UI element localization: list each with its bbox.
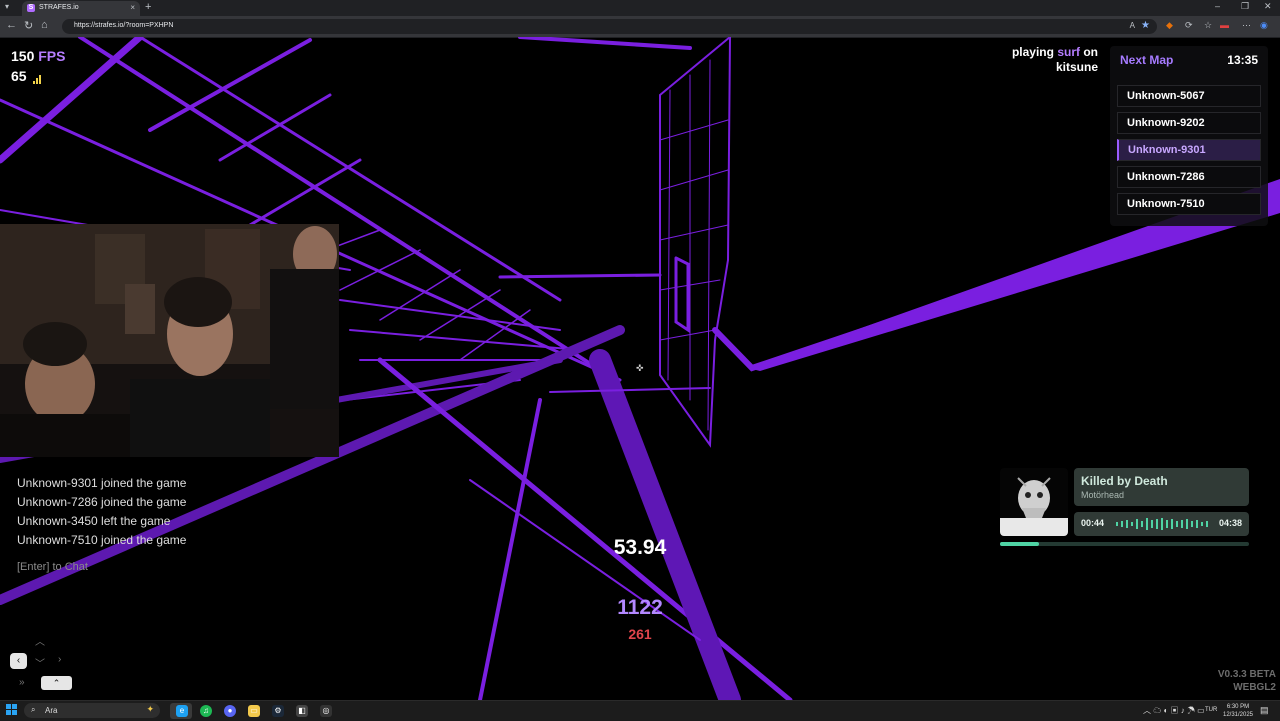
chat-message: Unknown-3450 left the game (17, 514, 171, 528)
chevron-up-icon[interactable]: ︿ (35, 633, 45, 648)
reload-icon[interactable]: ↻ (24, 19, 33, 32)
browser-toolbar: ← ↻ ⌂ https://strafes.io/?room=PXHPN A ★… (0, 16, 1280, 38)
chat-message: Unknown-7286 joined the game (17, 495, 187, 509)
more-menu-icon[interactable]: ⋯ (1242, 20, 1251, 31)
url-text: https://strafes.io/?room=PXHPN (74, 22, 174, 29)
playback-bar[interactable]: 00:44 04:38 (1074, 512, 1249, 536)
site-favicon-icon: S (27, 4, 35, 12)
playing-status: playing surf on kitsune (990, 45, 1098, 75)
edge-browser-icon[interactable]: e (176, 705, 188, 717)
chat-hint[interactable]: [Enter] to Chat (17, 561, 88, 573)
read-aloud-icon[interactable]: A (1130, 21, 1135, 30)
spotify-icon[interactable]: ♫ (200, 705, 212, 717)
home-icon[interactable]: ⌂ (41, 19, 48, 31)
webcam-overlay (0, 224, 339, 457)
taskbar: ⌕ Ara ✦ e ♫ ● ▭ ⚙ ◧ ◎ ︿ ☁ ◐ ▣ ♪ ☂ ▭ TUR … (0, 700, 1280, 721)
speed-readout: 1122 (617, 596, 663, 619)
collapse-up-button[interactable]: ⌃ (41, 676, 72, 690)
previous-button[interactable]: ‹ (10, 653, 27, 669)
discord-icon[interactable]: ● (224, 705, 236, 717)
version-info: V0.3.3 BETA WEBGL2 (1180, 668, 1276, 694)
chevron-down-icon[interactable]: ﹀ (35, 655, 45, 670)
fps-unit: FPS (38, 48, 66, 64)
minimize-icon[interactable]: – (1215, 1, 1220, 11)
clock-date: 12/31/2025 (1222, 712, 1254, 718)
map-vote-item-selected[interactable]: Unknown-9301 (1117, 139, 1261, 161)
fps-value: 150 (11, 48, 35, 64)
file-explorer-icon[interactable]: ▭ (248, 705, 260, 717)
address-bar[interactable]: https://strafes.io/?room=PXHPN A ★ (62, 19, 1157, 34)
app-icon[interactable]: ◧ (296, 705, 308, 717)
restore-icon[interactable]: ❐ (1241, 1, 1249, 12)
double-chevron-down-icon[interactable]: » (19, 677, 25, 688)
run-timer: 53.94 (613, 536, 667, 559)
game-mode: surf (1057, 45, 1080, 59)
map-name: kitsune (1055, 60, 1098, 74)
ping-value: 65 (11, 68, 27, 84)
next-map-panel: Next Map 13:35 Unknown-5067 Unknown-9202… (1110, 46, 1268, 226)
version-number: V0.3.3 BETA (1217, 669, 1276, 680)
renderer-name: WEBGL2 (1233, 682, 1276, 693)
system-tray[interactable]: ︿ ☁ ◐ ▣ ♪ ☂ ▭ (1143, 705, 1205, 716)
steam-icon[interactable]: ⚙ (272, 705, 284, 717)
tab-menu-icon[interactable]: ▾ (5, 2, 9, 11)
extension-fire-icon[interactable]: ◆ (1166, 20, 1173, 31)
map-vote-item[interactable]: Unknown-7286 (1117, 166, 1261, 188)
map-vote-item[interactable]: Unknown-5067 (1117, 85, 1261, 107)
playing-prefix: playing (1011, 45, 1054, 59)
on-word: on (1083, 45, 1098, 59)
search-icon: ⌕ (31, 705, 36, 714)
browser-tab-bar: ▾ S STRAFES.io × + – ❐ ✕ (0, 0, 1280, 16)
total-time: 04:38 (1218, 518, 1242, 528)
chat-message: Unknown-9301 joined the game (17, 476, 187, 490)
album-art-motorhead-icon (1000, 468, 1068, 536)
extension-icon[interactable]: ▬ (1220, 20, 1229, 30)
copilot-icon[interactable]: ◉ (1260, 20, 1268, 31)
favorites-icon[interactable]: ☆ (1204, 20, 1212, 31)
song-artist: Motörhead (1081, 490, 1125, 500)
clock-time: 6:30 PM (1226, 704, 1250, 710)
song-progress-fill (1000, 542, 1040, 546)
back-icon[interactable]: ← (6, 19, 17, 31)
crosshair-icon: ✜ (636, 363, 644, 373)
map-vote-item[interactable]: Unknown-9202 (1117, 112, 1261, 134)
map-vote-item[interactable]: Unknown-7510 (1117, 193, 1261, 215)
speed-gain: 261 (628, 626, 652, 642)
sparkle-icon: ✦ (146, 704, 154, 714)
taskbar-search[interactable]: ⌕ Ara ✦ (24, 703, 160, 718)
ping-indicator: 65 (11, 68, 42, 84)
next-map-title: Next Map (1120, 53, 1174, 67)
song-title: Killed by Death (1081, 474, 1168, 488)
taskbar-clock[interactable]: 6:30 PM 12/31/2025 (1218, 703, 1258, 719)
browser-tab[interactable]: S STRAFES.io × (22, 1, 140, 16)
next-map-countdown: 13:35 (1227, 53, 1258, 67)
windows-start-icon[interactable] (6, 704, 18, 716)
new-tab-button[interactable]: + (145, 1, 151, 13)
language-indicator[interactable]: TUR (1205, 707, 1217, 713)
current-time: 00:44 (1081, 518, 1105, 528)
settings-app-icon[interactable]: ◎ (320, 705, 332, 717)
tab-title: STRAFES.io (39, 4, 79, 11)
chat-message: Unknown-7510 joined the game (17, 533, 187, 547)
waveform-icon (1116, 518, 1208, 530)
notification-icon[interactable]: ▤ (1260, 705, 1269, 716)
signal-bars-icon (33, 68, 42, 84)
now-playing-card[interactable]: Killed by Death Motörhead (1074, 468, 1249, 506)
favorite-star-icon[interactable]: ★ (1141, 20, 1150, 31)
close-window-icon[interactable]: ✕ (1264, 1, 1272, 12)
close-tab-icon[interactable]: × (130, 3, 135, 12)
fps-counter: 150 FPS (11, 48, 65, 64)
chevron-right-icon[interactable]: › (58, 654, 61, 665)
search-placeholder: Ara (45, 706, 58, 715)
extension-refresh-icon[interactable]: ⟳ (1185, 20, 1193, 31)
